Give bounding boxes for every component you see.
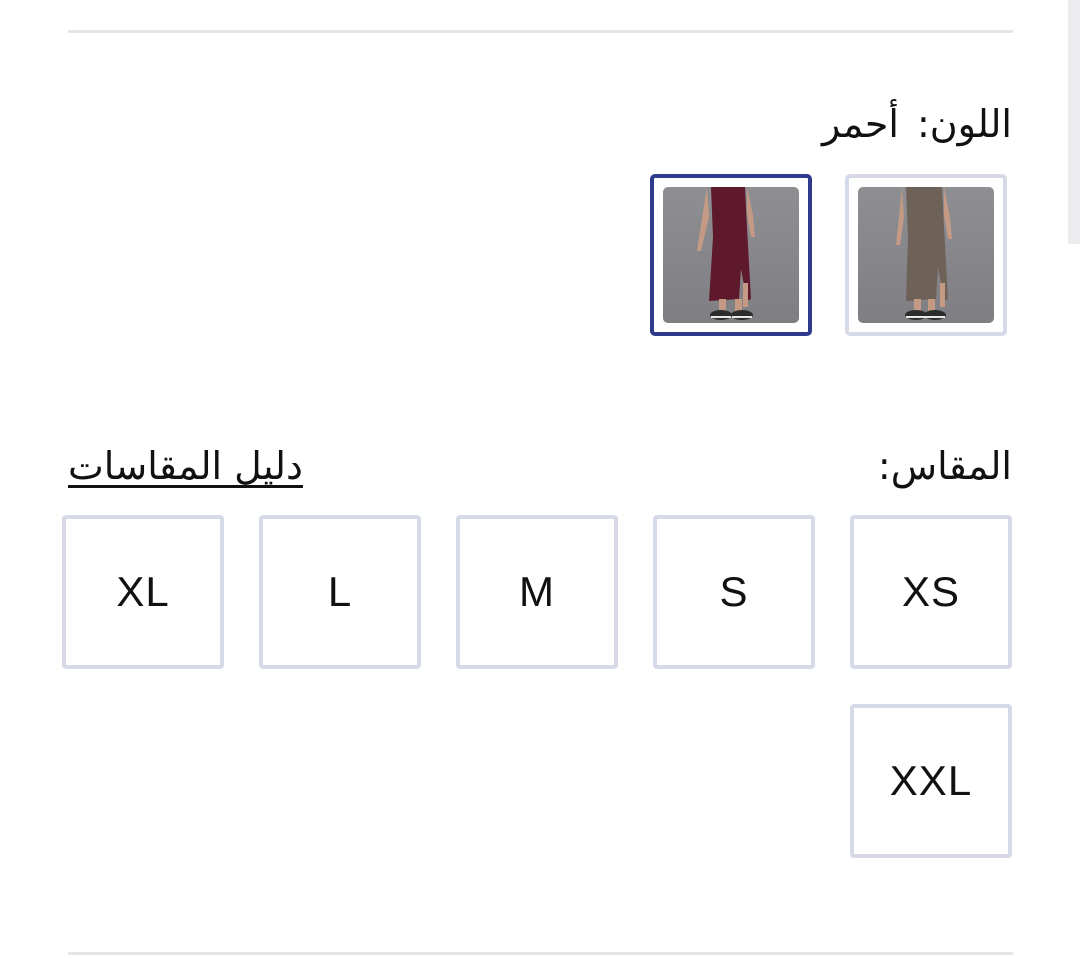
size-option-m[interactable]: M <box>456 515 618 669</box>
selected-color-value: أحمر <box>821 102 899 146</box>
size-option-l[interactable]: L <box>259 515 421 669</box>
size-option-s[interactable]: S <box>653 515 815 669</box>
scrollbar[interactable] <box>1068 0 1080 244</box>
top-divider <box>68 30 1013 33</box>
size-guide-link[interactable]: دليل المقاسات <box>68 442 303 490</box>
color-swatch-red[interactable] <box>650 174 812 336</box>
product-options-page: اللون: أحمر المقاس: دليل المقاسات XS S M … <box>0 0 1080 958</box>
color-label: اللون: أحمر <box>822 100 1012 148</box>
color-swatch-brown[interactable] <box>845 174 1007 336</box>
size-option-xxl[interactable]: XXL <box>850 704 1012 858</box>
size-option-xl[interactable]: XL <box>62 515 224 669</box>
swatch-photo-brown <box>858 187 994 323</box>
size-label: المقاس: <box>877 444 1012 488</box>
swatch-photo-red <box>663 187 799 323</box>
color-label-text: اللون: <box>916 102 1012 146</box>
bottom-divider <box>68 952 1013 955</box>
size-option-xs[interactable]: XS <box>850 515 1012 669</box>
